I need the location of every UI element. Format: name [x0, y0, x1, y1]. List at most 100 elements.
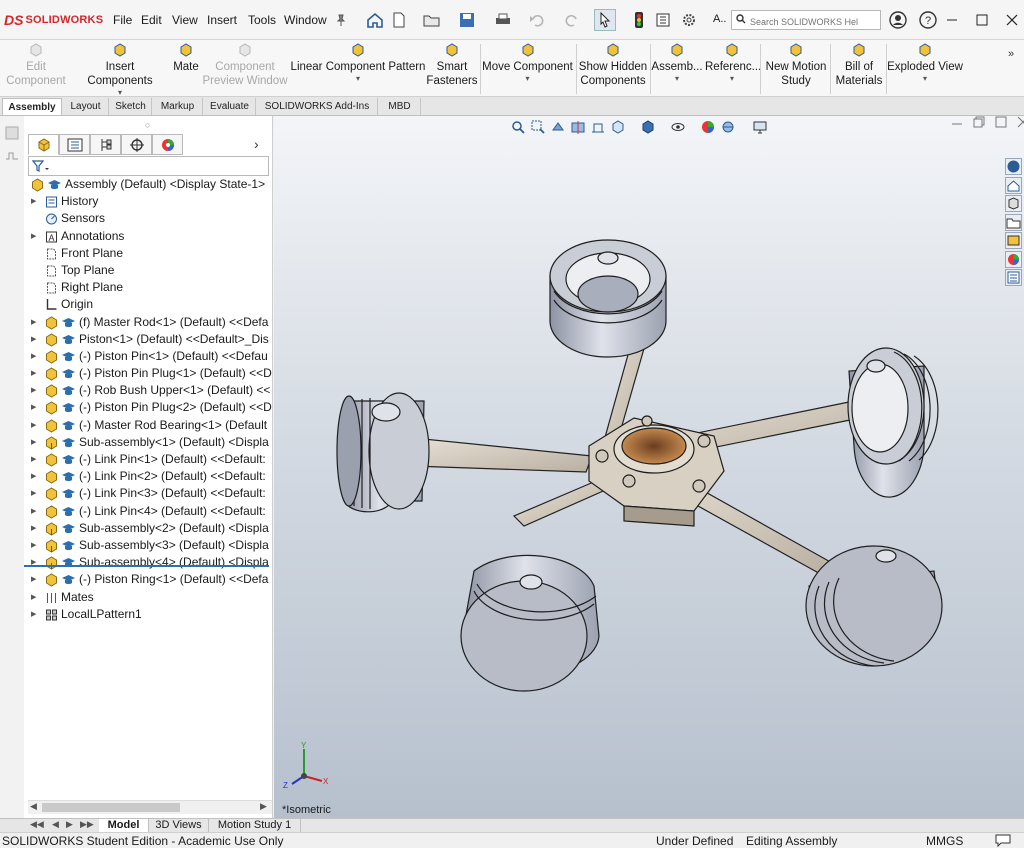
- solidworks-logo[interactable]: DS SOLIDWORKS: [4, 11, 103, 29]
- move-component-button[interactable]: Move Component ▾: [480, 40, 575, 96]
- view-palette-icon[interactable]: [1005, 232, 1022, 249]
- tree-expand-arrow-icon[interactable]: ▶: [31, 314, 41, 331]
- tree-expand-arrow-icon[interactable]: ▶: [31, 228, 41, 245]
- tree-expand-arrow-icon[interactable]: ▶: [31, 520, 41, 537]
- tree-expand-arrow-icon[interactable]: ▶: [31, 468, 41, 485]
- tree-node[interactable]: Front Plane: [28, 245, 273, 262]
- menu-window[interactable]: Window: [284, 13, 327, 27]
- tree-expand-arrow-icon[interactable]: ▶: [31, 606, 41, 623]
- mate-button[interactable]: Mate: [170, 40, 202, 96]
- tree-node[interactable]: Origin: [28, 296, 273, 313]
- minimize-icon[interactable]: [942, 10, 962, 30]
- close-icon[interactable]: [1002, 10, 1022, 30]
- dimxpert-manager-tab-icon[interactable]: [121, 134, 152, 155]
- print-icon[interactable]: [492, 9, 514, 31]
- tree-node[interactable]: ▶ Mates: [28, 589, 273, 606]
- status-units[interactable]: MMGS: [926, 834, 963, 848]
- rollback-bar[interactable]: [24, 565, 269, 567]
- select-cursor-icon[interactable]: [594, 9, 616, 31]
- horizontal-scrollbar[interactable]: ◀ ▶: [28, 800, 272, 814]
- undo-icon[interactable]: [526, 9, 548, 31]
- design-library-icon[interactable]: [1005, 195, 1022, 212]
- tree-expand-arrow-icon[interactable]: ▶: [31, 331, 41, 348]
- tree-node[interactable]: Top Plane: [28, 262, 273, 279]
- maximize-icon[interactable]: [972, 10, 992, 30]
- tree-expand-arrow-icon[interactable]: ▶: [31, 451, 41, 468]
- property-manager-tab-icon[interactable]: [59, 134, 90, 155]
- tab-model[interactable]: Model: [99, 819, 149, 833]
- edit-component-button[interactable]: Edit Component: [0, 40, 72, 96]
- user-account-icon[interactable]: [887, 9, 909, 31]
- filter-funnel-icon[interactable]: [31, 160, 50, 175]
- tree-expand-arrow-icon[interactable]: ▶: [31, 417, 41, 434]
- insert-components-button[interactable]: Insert Components ▾: [72, 40, 168, 97]
- new-document-icon[interactable]: [388, 9, 410, 31]
- tree-node[interactable]: ▶ (-) Master Rod Bearing<1> (Default: [28, 417, 273, 434]
- menu-tools[interactable]: Tools: [248, 13, 276, 27]
- tree-node[interactable]: ▶ A Annotations: [28, 228, 273, 245]
- file-explorer-icon[interactable]: [1005, 213, 1022, 231]
- tab-nav-prev-icon[interactable]: ◀: [52, 819, 59, 830]
- scrollbar-thumb[interactable]: [42, 803, 180, 812]
- tab-nav-last-icon[interactable]: ▶▶: [80, 819, 94, 830]
- tree-expand-arrow-icon[interactable]: ▶: [31, 571, 41, 588]
- dropdown-arrow-icon[interactable]: ▾: [72, 89, 168, 97]
- tree-node[interactable]: ▶ Sub-assembly<1> (Default) <Displa: [28, 434, 273, 451]
- options-gear-icon[interactable]: [678, 9, 700, 31]
- menu-edit[interactable]: Edit: [141, 13, 162, 27]
- tree-node[interactable]: Right Plane: [28, 279, 273, 296]
- tree-expand-arrow-icon[interactable]: ▶: [31, 554, 41, 571]
- exploded-view-button[interactable]: Exploded View ▾: [887, 40, 963, 96]
- tree-node[interactable]: ▶ (-) Link Pin<2> (Default) <<Default:: [28, 468, 273, 485]
- custom-properties-icon[interactable]: [1005, 269, 1022, 286]
- panel-splitter-handle[interactable]: ○: [145, 120, 150, 130]
- tree-node[interactable]: ▶ Sub-assembly<2> (Default) <Displa: [28, 520, 273, 537]
- tab-markup[interactable]: Markup: [153, 98, 203, 115]
- tab-layout[interactable]: Layout: [63, 98, 109, 115]
- smart-fasteners-button[interactable]: Smart Fasteners: [426, 40, 478, 96]
- tree-node[interactable]: Assembly (Default) <Display State-1>: [28, 176, 273, 193]
- tree-expand-arrow-icon[interactable]: ▶: [31, 365, 41, 382]
- radial-engine-assembly-model[interactable]: Y X Z: [274, 116, 1024, 818]
- dropdown-arrow-icon[interactable]: ▾: [651, 75, 703, 83]
- dropdown-arrow-icon[interactable]: ▾: [887, 75, 963, 83]
- tree-expand-arrow-icon[interactable]: ▶: [31, 193, 41, 210]
- appearances-scenes-icon[interactable]: [1005, 250, 1022, 268]
- new-motion-study-button[interactable]: New Motion Study: [761, 40, 831, 96]
- tree-filter-box[interactable]: [28, 156, 269, 176]
- tab-mbd[interactable]: MBD: [379, 98, 421, 115]
- dropdown-arrow-icon[interactable]: ▾: [705, 75, 759, 83]
- linear-component-pattern-button[interactable]: Linear Component Pattern ▾: [290, 40, 426, 96]
- tree-node[interactable]: ▶ Sub-assembly<3> (Default) <Displa: [28, 537, 273, 554]
- tree-expand-arrow-icon[interactable]: ▶: [31, 382, 41, 399]
- tree-expand-arrow-icon[interactable]: ▶: [31, 537, 41, 554]
- tree-node[interactable]: ▶ Piston<1> (Default) <<Default>_Dis: [28, 331, 273, 348]
- save-icon[interactable]: [456, 9, 478, 31]
- help-icon[interactable]: ?: [917, 9, 939, 31]
- toolbar-truncated-label[interactable]: A..: [713, 13, 726, 25]
- tab-nav-first-icon[interactable]: ◀◀: [30, 819, 44, 830]
- configuration-manager-tab-icon[interactable]: [90, 134, 121, 155]
- tree-node[interactable]: ▶ (-) Piston Ring<1> (Default) <<Defa: [28, 571, 273, 588]
- strip-wave-icon[interactable]: [5, 150, 19, 164]
- solidworks-resources-icon[interactable]: [1005, 158, 1022, 175]
- panel-tabs-next-icon[interactable]: ›: [254, 136, 259, 152]
- tree-node[interactable]: ▶ (-) Piston Pin Plug<2> (Default) <<D: [28, 399, 273, 416]
- rebuild-traffic-light-icon[interactable]: [628, 9, 650, 31]
- show-hidden-components-button[interactable]: Show Hidden Components: [577, 40, 649, 96]
- tab-3d-views[interactable]: 3D Views: [149, 819, 209, 833]
- reference-geometry-button[interactable]: Referenc... ▾: [705, 40, 761, 96]
- tab-evaluate[interactable]: Evaluate: [204, 98, 256, 115]
- bill-of-materials-button[interactable]: Bill of Materials: [831, 40, 887, 96]
- tab-nav-next-icon[interactable]: ▶: [66, 819, 73, 830]
- strip-tool-icon[interactable]: [5, 126, 19, 143]
- home-icon[interactable]: [364, 9, 386, 31]
- tab-assembly[interactable]: Assembly: [2, 98, 62, 115]
- feature-manager-tab-icon[interactable]: [28, 134, 59, 155]
- tree-node[interactable]: ▶ Sub-assembly<4> (Default) <Displa: [28, 554, 273, 571]
- menu-view[interactable]: View: [172, 13, 198, 27]
- tree-node[interactable]: ▶ LocalLPattern1: [28, 606, 273, 623]
- tree-expand-arrow-icon[interactable]: ▶: [31, 485, 41, 502]
- display-manager-tab-icon[interactable]: [152, 134, 183, 155]
- tree-node[interactable]: ▶ (f) Master Rod<1> (Default) <<Defa: [28, 314, 273, 331]
